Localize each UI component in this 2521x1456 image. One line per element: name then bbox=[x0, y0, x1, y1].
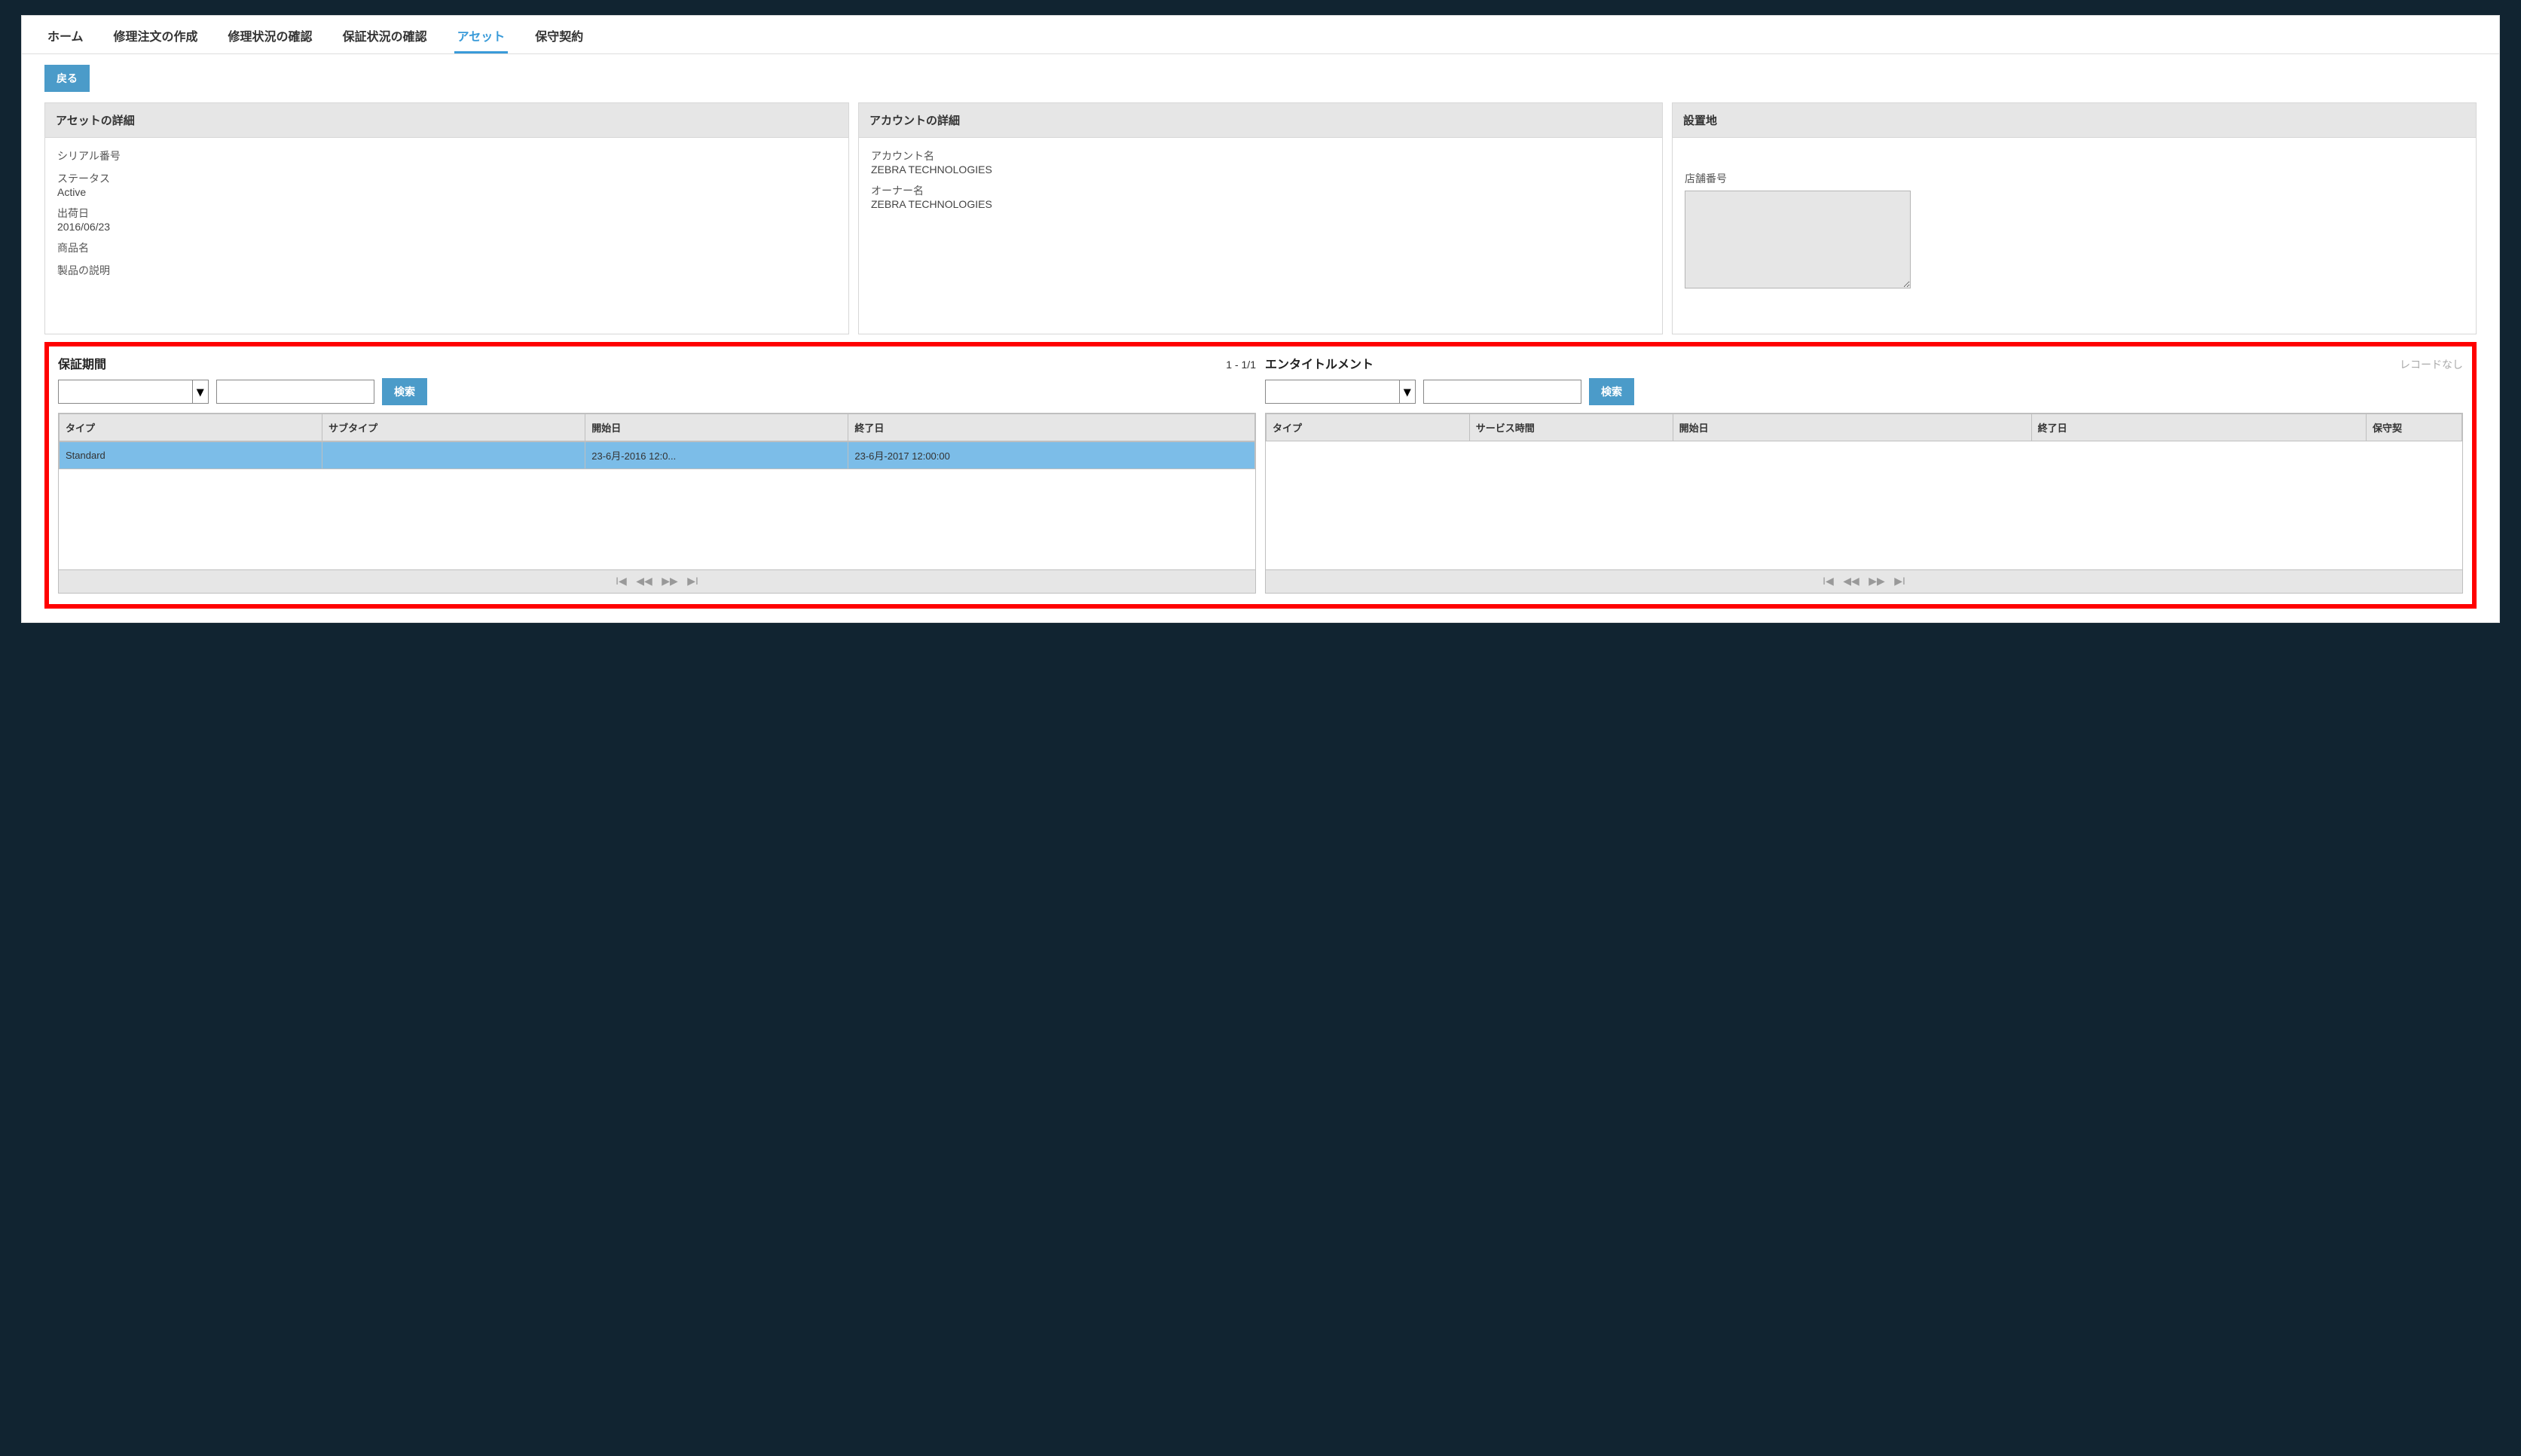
owner-label: オーナー名 bbox=[871, 183, 1650, 198]
entitlement-grid: タイプ サービス時間 開始日 終了日 保守契 I◀ ◀◀ ▶▶ ▶I bbox=[1265, 413, 2463, 594]
warranty-col-end[interactable]: 終了日 bbox=[848, 414, 1255, 441]
entitlement-col-contract[interactable]: 保守契 bbox=[2367, 414, 2462, 441]
entitlement-panel: エンタイトルメント レコードなし ▾ 検索 タイプ bbox=[1265, 354, 2463, 594]
pager-prev-icon[interactable]: ◀◀ bbox=[1843, 575, 1859, 588]
warranty-filter-input[interactable] bbox=[59, 380, 192, 403]
store-label: 店舗番号 bbox=[1685, 171, 2464, 186]
ship-label: 出荷日 bbox=[57, 206, 836, 221]
entitlement-search-button[interactable]: 検索 bbox=[1589, 378, 1634, 405]
warranty-panel: 保証期間 1 - 1/1 ▾ 検索 タイプ bbox=[58, 354, 1256, 594]
entitlement-col-service[interactable]: サービス時間 bbox=[1469, 414, 1673, 441]
account-value: ZEBRA TECHNOLOGIES bbox=[871, 163, 1650, 176]
status-label: ステータス bbox=[57, 171, 836, 186]
entitlement-filter-combo[interactable]: ▾ bbox=[1265, 380, 1416, 404]
desc-label: 製品の説明 bbox=[57, 263, 836, 278]
entitlement-noresult: レコードなし bbox=[2400, 357, 2463, 372]
ship-value: 2016/06/23 bbox=[57, 221, 836, 233]
product-label: 商品名 bbox=[57, 240, 836, 255]
owner-value: ZEBRA TECHNOLOGIES bbox=[871, 198, 1650, 210]
pager-prev-icon[interactable]: ◀◀ bbox=[636, 575, 652, 588]
back-button[interactable]: 戻る bbox=[44, 65, 90, 92]
warranty-search-button[interactable]: 検索 bbox=[382, 378, 427, 405]
status-value: Active bbox=[57, 186, 836, 198]
tab-bar: ホーム 修理注文の作成 修理状況の確認 保証状況の確認 アセット 保守契約 bbox=[22, 16, 2499, 54]
pager-first-icon[interactable]: I◀ bbox=[616, 575, 627, 588]
entitlement-col-start[interactable]: 開始日 bbox=[1673, 414, 2031, 441]
entitlement-col-end[interactable]: 終了日 bbox=[2031, 414, 2366, 441]
pager-last-icon[interactable]: ▶I bbox=[1894, 575, 1905, 588]
warranty-filter-combo[interactable]: ▾ bbox=[58, 380, 209, 404]
tab-home[interactable]: ホーム bbox=[44, 20, 87, 53]
tab-warranty-status[interactable]: 保証状況の確認 bbox=[340, 20, 430, 53]
entitlement-pager: I◀ ◀◀ ▶▶ ▶I bbox=[1266, 569, 2462, 593]
entitlement-title: エンタイトルメント bbox=[1265, 354, 1374, 372]
entitlement-search-input[interactable] bbox=[1423, 380, 1581, 404]
store-textarea[interactable] bbox=[1685, 191, 1911, 288]
pager-last-icon[interactable]: ▶I bbox=[687, 575, 698, 588]
entitlement-filter-input[interactable] bbox=[1266, 380, 1399, 403]
location-card: 設置地 店舗番号 bbox=[1672, 102, 2477, 334]
cell-subtype bbox=[322, 442, 585, 469]
location-card-title: 設置地 bbox=[1673, 103, 2476, 138]
asset-card-title: アセットの詳細 bbox=[45, 103, 848, 138]
warranty-title: 保証期間 bbox=[58, 354, 106, 372]
pager-next-icon[interactable]: ▶▶ bbox=[662, 575, 678, 588]
warranty-col-start[interactable]: 開始日 bbox=[585, 414, 848, 441]
tab-create-order[interactable]: 修理注文の作成 bbox=[111, 20, 201, 53]
tab-contract[interactable]: 保守契約 bbox=[532, 20, 586, 53]
pager-first-icon[interactable]: I◀ bbox=[1823, 575, 1834, 588]
entitlement-col-type[interactable]: タイプ bbox=[1267, 414, 1470, 441]
chevron-down-icon[interactable]: ▾ bbox=[192, 380, 208, 403]
account-detail-card: アカウントの詳細 アカウント名 ZEBRA TECHNOLOGIES オーナー名… bbox=[858, 102, 1663, 334]
warranty-count: 1 - 1/1 bbox=[1226, 359, 1256, 371]
highlight-frame: 保証期間 1 - 1/1 ▾ 検索 タイプ bbox=[44, 342, 2477, 609]
chevron-down-icon[interactable]: ▾ bbox=[1399, 380, 1415, 403]
table-row[interactable]: Standard 23-6月-2016 12:0... 23-6月-2017 1… bbox=[60, 442, 1255, 469]
cell-type: Standard bbox=[60, 442, 322, 469]
warranty-pager: I◀ ◀◀ ▶▶ ▶I bbox=[59, 569, 1255, 593]
serial-label: シリアル番号 bbox=[57, 148, 836, 163]
tab-repair-status[interactable]: 修理状況の確認 bbox=[225, 20, 316, 53]
warranty-search-input[interactable] bbox=[216, 380, 374, 404]
cell-end: 23-6月-2017 12:00:00 bbox=[848, 442, 1255, 469]
warranty-grid: タイプ サブタイプ 開始日 終了日 Standard bbox=[58, 413, 1256, 594]
warranty-col-type[interactable]: タイプ bbox=[60, 414, 322, 441]
account-card-title: アカウントの詳細 bbox=[859, 103, 1662, 138]
cell-start: 23-6月-2016 12:0... bbox=[585, 442, 848, 469]
warranty-col-subtype[interactable]: サブタイプ bbox=[322, 414, 585, 441]
tab-asset[interactable]: アセット bbox=[454, 20, 509, 53]
account-label: アカウント名 bbox=[871, 148, 1650, 163]
pager-next-icon[interactable]: ▶▶ bbox=[1869, 575, 1885, 588]
asset-detail-card: アセットの詳細 シリアル番号 ステータス Active 出荷日 2016/06/… bbox=[44, 102, 849, 334]
